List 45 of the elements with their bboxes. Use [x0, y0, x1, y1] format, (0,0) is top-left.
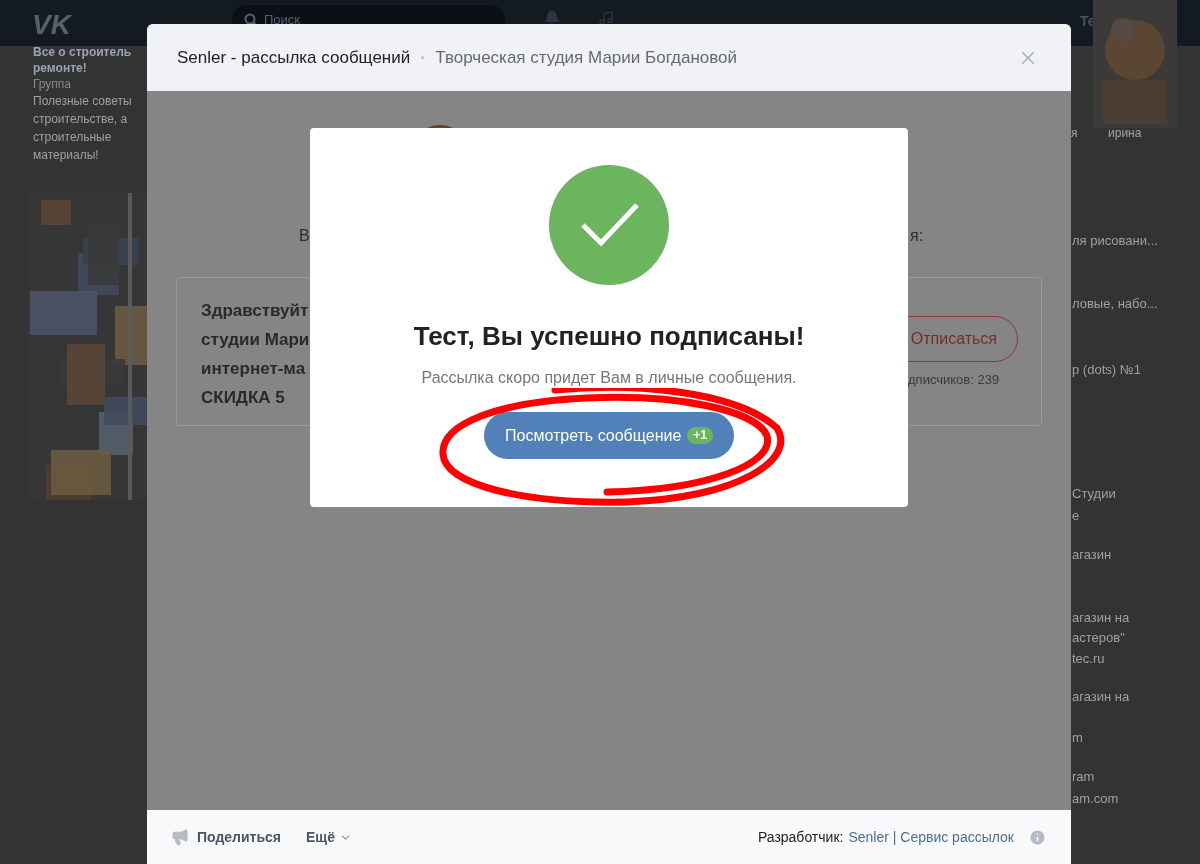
sidebar-link[interactable]: агазин на [1072, 608, 1130, 628]
sidebar-link[interactable]: ловые, набо... [1072, 294, 1158, 314]
window-title: Senler - рассылка сообщений [177, 46, 411, 69]
sidebar-link[interactable]: астеров" [1072, 628, 1125, 648]
sidebar-link[interactable]: Студии [1072, 484, 1116, 504]
intro-text: В [299, 226, 310, 246]
group-description: строительстве, а [33, 111, 129, 128]
bell-icon[interactable] [544, 10, 560, 26]
view-message-button[interactable]: Посмотреть сообщение +1 [484, 412, 734, 459]
intro-text: я: [910, 226, 924, 246]
card-text: Здравствуйт [201, 300, 310, 322]
share-button[interactable]: Поделиться [171, 826, 282, 848]
dialog-title: Тест, Вы успешно подписаны! [413, 320, 805, 353]
search-icon [244, 13, 258, 27]
sidebar-link[interactable]: m [1072, 728, 1083, 748]
group-description: материалы! [33, 147, 100, 164]
megaphone-icon [171, 828, 189, 846]
check-circle-icon [549, 165, 669, 285]
subscriber-count: дписчиков: 239 [908, 371, 1000, 389]
sidebar-link[interactable]: агазин на [1072, 687, 1130, 707]
sidebar-link[interactable]: ля рисовани... [1072, 231, 1158, 251]
friend-name[interactable]: ирина [1108, 124, 1142, 142]
music-icon[interactable] [598, 10, 614, 26]
vk-logo[interactable]: VK [32, 4, 71, 46]
card-text: студии Мари [201, 329, 310, 351]
sidebar-link[interactable]: p (dots) №1 [1072, 360, 1141, 380]
friend-name[interactable]: я [1071, 124, 1078, 142]
sidebar-link[interactable]: tec.ru [1072, 649, 1105, 669]
developer-link[interactable]: Senler | Сервис рассылок [848, 826, 1014, 848]
group-description: строительные [33, 129, 113, 146]
developer-label: Разработчик: [757, 827, 844, 847]
card-text: интернет-ма [201, 358, 307, 380]
group-type: Группа [33, 76, 73, 92]
count-badge: +1 [687, 427, 713, 444]
group-title[interactable]: ремонте! [33, 60, 147, 76]
card-text: СКИДКА 5 [201, 387, 286, 409]
group-description: Полезные советы [33, 93, 133, 110]
dialog-message: Рассылка скоро придет Вам в личные сообщения. [421, 368, 797, 388]
sidebar-link[interactable]: ram [1072, 767, 1095, 787]
more-button[interactable]: Ещё [306, 826, 352, 848]
sidebar-link[interactable]: агазин [1072, 545, 1112, 565]
sidebar-link[interactable]: е [1072, 506, 1080, 526]
sidebar-link[interactable]: am.com [1072, 789, 1119, 809]
group-title[interactable]: Все о строитель [33, 44, 147, 60]
window-subtitle: Творческая студия Марии Богдановой [435, 46, 738, 69]
